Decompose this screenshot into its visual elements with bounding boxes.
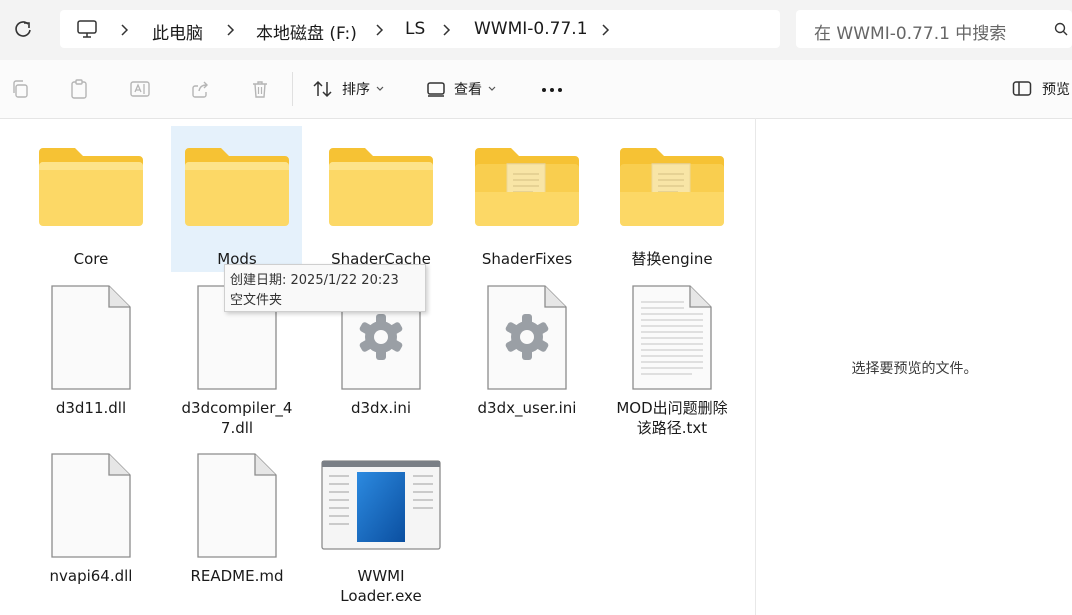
folder-item-shadercache[interactable]: ShaderCache (321, 128, 441, 273)
folder-with-documents-icon (620, 148, 724, 226)
file-name: d3d11.dll (55, 399, 127, 417)
file-name-line: Loader.exe (340, 587, 422, 605)
folder-item-mods[interactable]: Mods (177, 128, 297, 273)
text-file-icon (632, 285, 712, 390)
file-name-line: WWMI (357, 567, 405, 585)
file-name-line: 该路径.txt (636, 419, 708, 437)
view-icon (427, 82, 445, 97)
address-row: 此电脑 本地磁盘 (F:) LS WWMI-0.77.1 在 WWMI-0.77… (0, 0, 1072, 60)
file-name-line: 7.dll (220, 419, 254, 437)
file-name: nvapi64.dll (49, 567, 133, 585)
search-input[interactable]: 在 WWMI-0.77.1 中搜索 (814, 19, 1006, 44)
toolbar-separator (292, 72, 293, 106)
file-item-mod-txt[interactable]: MOD出问题删除 该路径.txt (612, 282, 732, 442)
file-item-d3d11-dll[interactable]: d3d11.dll (31, 282, 151, 442)
blank-file-icon (51, 453, 131, 558)
computer-icon[interactable] (76, 19, 98, 39)
view-button[interactable]: 查看 (426, 74, 496, 104)
preview-pane-button[interactable]: 预览 (1012, 74, 1070, 104)
sort-icon (313, 80, 332, 98)
chevron-right-icon[interactable] (440, 23, 454, 37)
search-icon[interactable] (1054, 22, 1068, 36)
folder-with-documents-icon (475, 148, 579, 226)
file-name-line: d3dcompiler_4 (181, 399, 293, 417)
folder-item-core[interactable]: Core (31, 128, 151, 273)
rename-icon[interactable] (129, 79, 151, 99)
file-name: Core (73, 250, 109, 268)
breadcrumb-drive-f[interactable]: 本地磁盘 (F:) (256, 19, 357, 44)
breadcrumb-ls[interactable]: LS (405, 19, 425, 39)
chevron-right-icon[interactable] (118, 23, 132, 37)
folder-icon (329, 148, 433, 226)
file-item-wwmi-loader-exe[interactable]: WWMI Loader.exe (321, 450, 441, 610)
sort-button[interactable]: 排序 (312, 74, 384, 104)
chevron-down-icon (488, 86, 496, 91)
view-label: 查看 (454, 82, 482, 98)
folder-icon (185, 148, 289, 226)
search-box[interactable]: 在 WWMI-0.77.1 中搜索 (796, 10, 1072, 48)
chevron-down-icon (376, 86, 384, 91)
file-name: ShaderFixes (481, 250, 573, 268)
breadcrumb[interactable]: 此电脑 本地磁盘 (F:) LS WWMI-0.77.1 (60, 10, 780, 48)
preview-pane: 选择要预览的文件。 (755, 118, 1072, 615)
preview-pane-icon (1012, 81, 1032, 96)
folder-item-shaderfixes[interactable]: ShaderFixes (467, 128, 587, 273)
chevron-right-icon[interactable] (599, 23, 613, 37)
chevron-right-icon[interactable] (224, 23, 238, 37)
file-name-line: MOD出问题删除 (616, 399, 728, 417)
delete-icon[interactable] (250, 79, 270, 99)
folder-item-replace-engine[interactable]: 替换engine (612, 128, 732, 273)
file-item-nvapi64-dll[interactable]: nvapi64.dll (31, 450, 151, 590)
share-icon[interactable] (190, 79, 210, 99)
file-item-d3dx-user-ini[interactable]: d3dx_user.ini (467, 282, 587, 442)
preview-message: 选择要预览的文件。 (851, 361, 978, 377)
copy-icon[interactable] (10, 79, 30, 99)
refresh-icon[interactable] (12, 20, 34, 40)
file-name: README.md (190, 567, 284, 585)
application-icon (321, 460, 441, 550)
blank-file-icon (197, 453, 277, 558)
settings-file-icon (487, 285, 567, 390)
tooltip: 创建日期: 2025/1/22 20:23 空文件夹 (224, 264, 426, 312)
preview-label: 预览 (1042, 82, 1070, 98)
file-name: d3dx.ini (350, 399, 412, 417)
blank-file-icon (51, 285, 131, 390)
folder-icon (39, 148, 143, 226)
tooltip-empty-folder: 空文件夹 (230, 293, 283, 308)
breadcrumb-this-pc[interactable]: 此电脑 (152, 19, 203, 44)
breadcrumb-wwmi[interactable]: WWMI-0.77.1 (474, 19, 588, 39)
tooltip-created-date: 创建日期: 2025/1/22 20:23 (230, 273, 399, 288)
command-bar: 排序 查看 预览 (0, 60, 1072, 119)
chevron-right-icon[interactable] (373, 23, 387, 37)
paste-icon[interactable] (69, 79, 89, 99)
file-name: d3dx_user.ini (477, 399, 577, 417)
file-name: 替换engine (631, 250, 713, 268)
sort-label: 排序 (342, 82, 370, 98)
more-options-icon[interactable] (541, 87, 563, 93)
file-item-readme-md[interactable]: README.md (177, 450, 297, 590)
